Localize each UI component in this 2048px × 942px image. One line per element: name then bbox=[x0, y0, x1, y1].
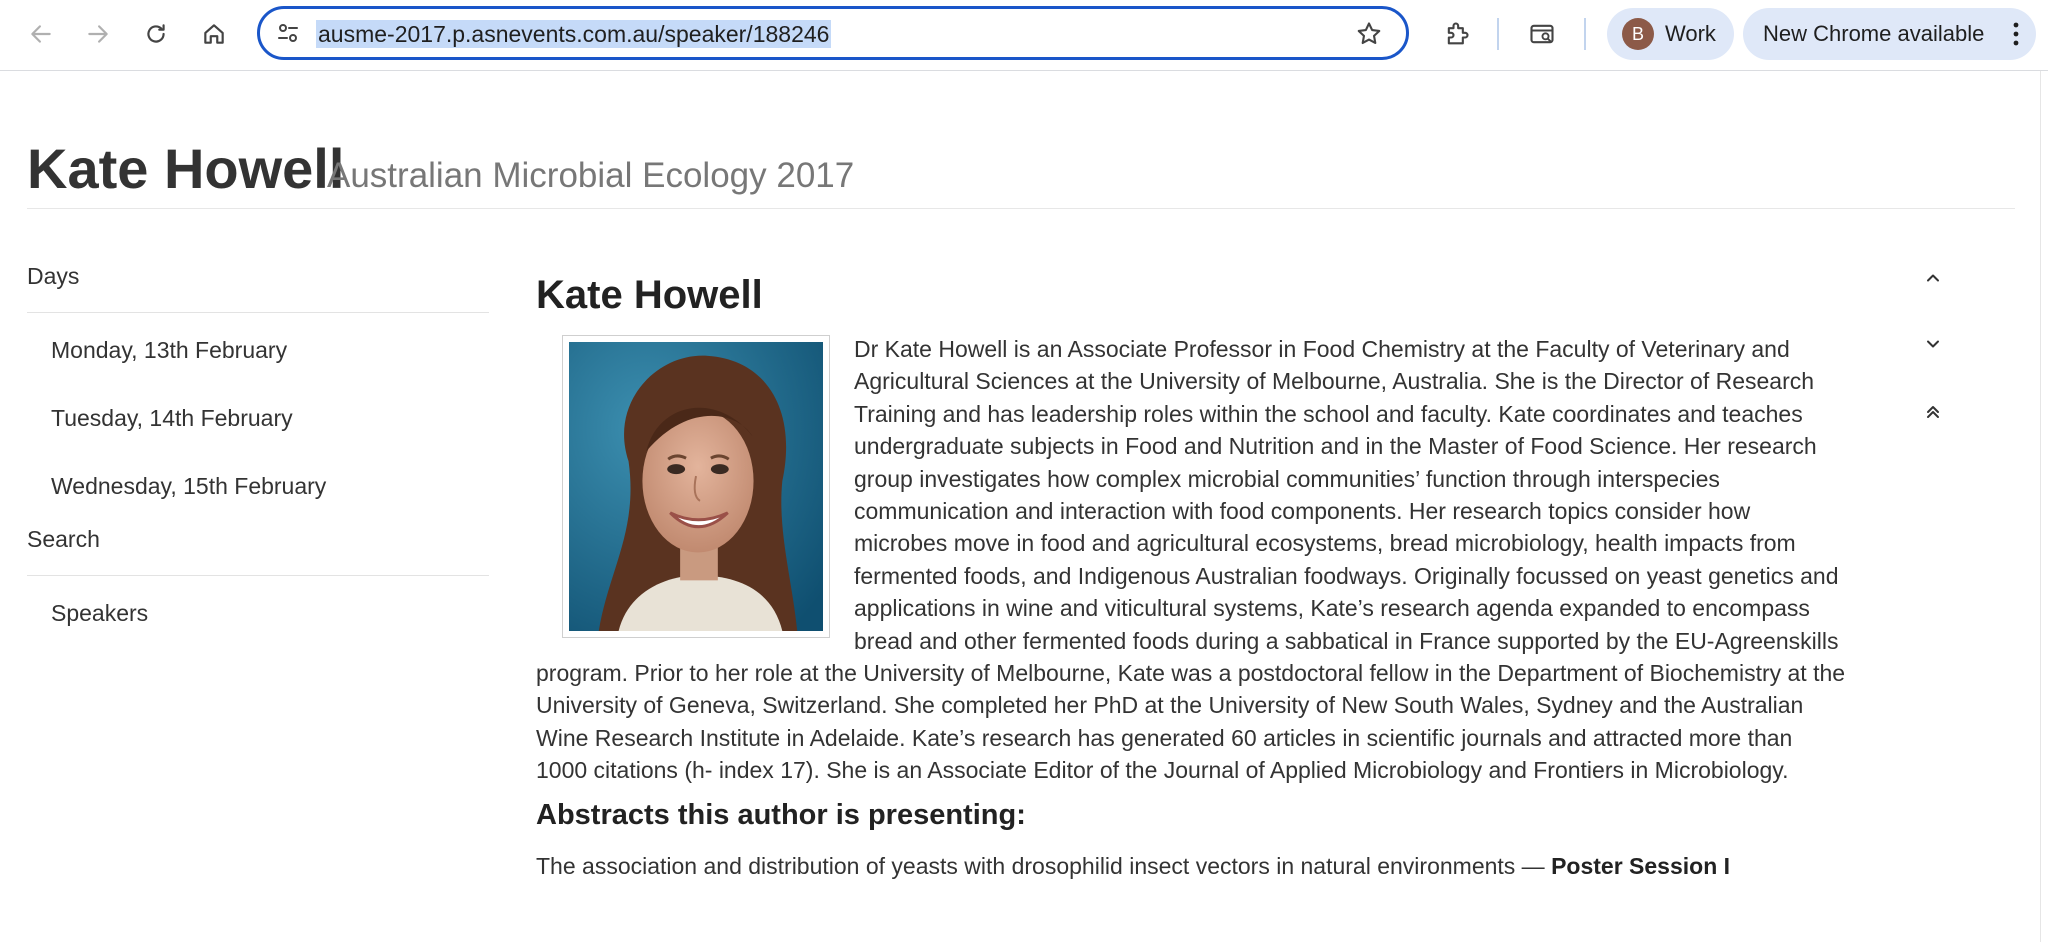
forward-arrow-icon bbox=[88, 25, 108, 43]
forward-button[interactable] bbox=[78, 14, 118, 54]
chevron-up-icon[interactable] bbox=[1920, 265, 1946, 291]
profile-name: Work bbox=[1665, 21, 1716, 46]
sidebar-nav: Days Monday, 13th February Tuesday, 14th… bbox=[27, 254, 489, 654]
address-bar[interactable]: ausme-2017.p.asnevents.com.au/speaker/18… bbox=[257, 6, 1409, 60]
tab-search-button[interactable] bbox=[1522, 14, 1562, 54]
reload-icon bbox=[147, 24, 165, 43]
speaker-name: Kate Howell bbox=[536, 273, 763, 317]
more-vert-icon[interactable] bbox=[2010, 21, 2022, 47]
toolbar-divider bbox=[1584, 18, 1586, 50]
new-chrome-available-button[interactable]: New Chrome available bbox=[1743, 8, 2036, 60]
puzzle-icon bbox=[1447, 22, 1469, 45]
extensions-button[interactable] bbox=[1437, 14, 1477, 54]
toolbar-divider bbox=[1497, 18, 1499, 50]
reload-button[interactable] bbox=[136, 14, 176, 54]
double-chevron-up-icon[interactable] bbox=[1920, 399, 1946, 425]
url-text[interactable]: ausme-2017.p.asnevents.com.au/speaker/18… bbox=[316, 20, 832, 48]
update-label: New Chrome available bbox=[1763, 21, 1985, 46]
home-button[interactable] bbox=[194, 14, 234, 54]
page-header: Kate Howell Australian Microbial Ecology… bbox=[27, 133, 2015, 209]
abstract-link[interactable]: The association and distribution of yeas… bbox=[536, 853, 1515, 879]
sidebar-item-tuesday[interactable]: Tuesday, 14th February bbox=[27, 391, 489, 459]
page-subtitle: Australian Microbial Ecology 2017 bbox=[327, 156, 855, 195]
abstract-separator: — bbox=[1515, 852, 1552, 879]
browser-toolbar: ausme-2017.p.asnevents.com.au/speaker/18… bbox=[0, 0, 2048, 71]
speaker-photo bbox=[562, 335, 830, 638]
tab-search-icon bbox=[1530, 24, 1554, 44]
sidebar-item-speakers[interactable]: Speakers bbox=[27, 586, 489, 654]
page-title: Kate Howell bbox=[27, 137, 345, 200]
profile-button[interactable]: B Work bbox=[1607, 8, 1734, 60]
back-arrow-icon bbox=[31, 25, 51, 43]
abstract-session: Poster Session I bbox=[1551, 852, 1731, 879]
abstracts-heading: Abstracts this author is presenting: bbox=[536, 798, 1026, 831]
sidebar-heading-days: Days bbox=[27, 254, 489, 313]
avatar: B bbox=[1622, 18, 1654, 50]
speaker-profile: Kate Howell Dr Kate Howell is an Associa… bbox=[536, 265, 1846, 882]
sidebar-item-monday[interactable]: Monday, 13th February bbox=[27, 323, 489, 391]
sidebar-heading-search: Search bbox=[27, 517, 489, 576]
back-button[interactable] bbox=[21, 14, 61, 54]
home-icon bbox=[204, 24, 224, 44]
abstract-item: The association and distribution of yeas… bbox=[536, 850, 1846, 882]
chevron-down-icon[interactable] bbox=[1920, 331, 1946, 357]
site-info-icon[interactable] bbox=[274, 19, 302, 47]
bookmark-star-icon[interactable] bbox=[1354, 19, 1384, 49]
web-page: Kate Howell Australian Microbial Ecology… bbox=[0, 71, 2041, 942]
